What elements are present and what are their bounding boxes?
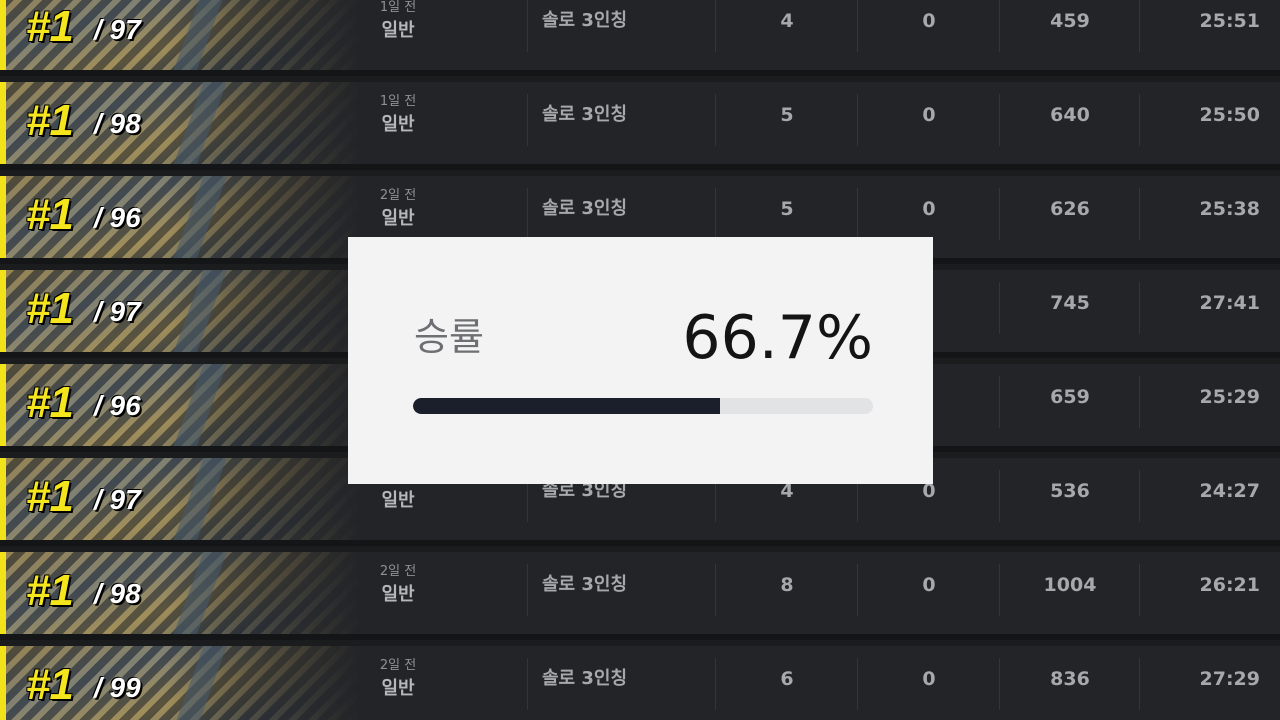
survival-time-value: 25:38 (1199, 198, 1260, 220)
survival-time-value: 25:50 (1199, 104, 1260, 126)
damage-value: 640 (1050, 104, 1090, 126)
queue-type: 일반 (381, 678, 415, 699)
match-row[interactable]: #1 / 98 1일 전 일반 솔로 3인칭 5 0 640 25:50 (0, 82, 1280, 170)
survival-time-value: 25:51 (1199, 10, 1260, 32)
placement-rank: #1 (26, 96, 74, 145)
map-thumbnail: #1 / 97 (6, 0, 360, 70)
assists-value: 0 (922, 104, 936, 126)
map-thumbnail: #1 / 96 (6, 364, 360, 446)
game-mode: 솔로 3인칭 (542, 104, 628, 125)
match-time-ago: 2일 전 (379, 564, 417, 579)
assists-value: 0 (922, 198, 936, 220)
match-time-ago: 1일 전 (379, 94, 417, 109)
map-thumbnail: #1 / 97 (6, 458, 360, 540)
queue-type: 일반 (381, 114, 415, 135)
damage-value: 745 (1050, 292, 1090, 314)
total-players: / 97 (94, 296, 141, 327)
total-players: / 96 (94, 390, 141, 421)
total-players: / 98 (94, 578, 141, 609)
total-players: / 97 (94, 484, 141, 515)
match-time-ago: 1일 전 (379, 0, 417, 15)
survival-time-value: 27:29 (1199, 668, 1260, 690)
placement-rank: #1 (26, 2, 74, 51)
assists-value: 0 (922, 10, 936, 32)
survival-time-value: 24:27 (1199, 480, 1260, 502)
total-players: / 97 (94, 14, 141, 45)
queue-type: 일반 (381, 490, 415, 511)
kills-value: 5 (780, 104, 794, 126)
map-thumbnail: #1 / 98 (6, 82, 360, 164)
survival-time-value: 26:21 (1199, 574, 1260, 596)
damage-value: 659 (1050, 386, 1090, 408)
queue-type: 일반 (381, 208, 415, 229)
damage-value: 836 (1050, 668, 1090, 690)
assists-value: 0 (922, 574, 936, 596)
win-rate-value: 66.7% (682, 303, 873, 373)
damage-value: 459 (1050, 10, 1090, 32)
queue-type: 일반 (381, 584, 415, 605)
win-rate-label: 승률 (414, 315, 484, 359)
kills-value: 5 (780, 198, 794, 220)
kills-value: 4 (780, 10, 794, 32)
total-players: / 99 (94, 672, 141, 703)
placement-rank: #1 (26, 660, 74, 709)
placement-rank: #1 (26, 472, 74, 521)
match-time-ago: 2일 전 (379, 658, 417, 673)
kills-value: 6 (780, 668, 794, 690)
kills-value: 8 (780, 574, 794, 596)
damage-value: 626 (1050, 198, 1090, 220)
placement-rank: #1 (26, 190, 74, 239)
placement-rank: #1 (26, 566, 74, 615)
win-rate-progress-track (413, 398, 873, 414)
map-thumbnail: #1 / 96 (6, 176, 360, 258)
map-thumbnail: #1 / 98 (6, 552, 360, 634)
match-row[interactable]: #1 / 97 1일 전 일반 솔로 3인칭 4 0 459 25:51 (0, 0, 1280, 76)
damage-value: 1004 (1043, 574, 1097, 596)
win-rate-card: 승률 66.7% (348, 237, 933, 484)
map-thumbnail: #1 / 97 (6, 270, 360, 352)
map-thumbnail: #1 / 99 (6, 646, 360, 720)
win-rate-progress-fill (413, 398, 720, 414)
match-time-ago: 2일 전 (379, 188, 417, 203)
damage-value: 536 (1050, 480, 1090, 502)
assists-value: 0 (922, 668, 936, 690)
match-row[interactable]: #1 / 99 2일 전 일반 솔로 3인칭 6 0 836 27:29 (0, 646, 1280, 720)
survival-time-value: 27:41 (1199, 292, 1260, 314)
placement-rank: #1 (26, 284, 74, 333)
survival-time-value: 25:29 (1199, 386, 1260, 408)
game-mode: 솔로 3인칭 (542, 198, 628, 219)
game-mode: 솔로 3인칭 (542, 574, 628, 595)
total-players: / 98 (94, 108, 141, 139)
game-mode: 솔로 3인칭 (542, 10, 628, 31)
placement-rank: #1 (26, 378, 74, 427)
total-players: / 96 (94, 202, 141, 233)
game-mode: 솔로 3인칭 (542, 668, 628, 689)
match-row[interactable]: #1 / 98 2일 전 일반 솔로 3인칭 8 0 1004 26:21 (0, 552, 1280, 640)
queue-type: 일반 (381, 20, 415, 41)
